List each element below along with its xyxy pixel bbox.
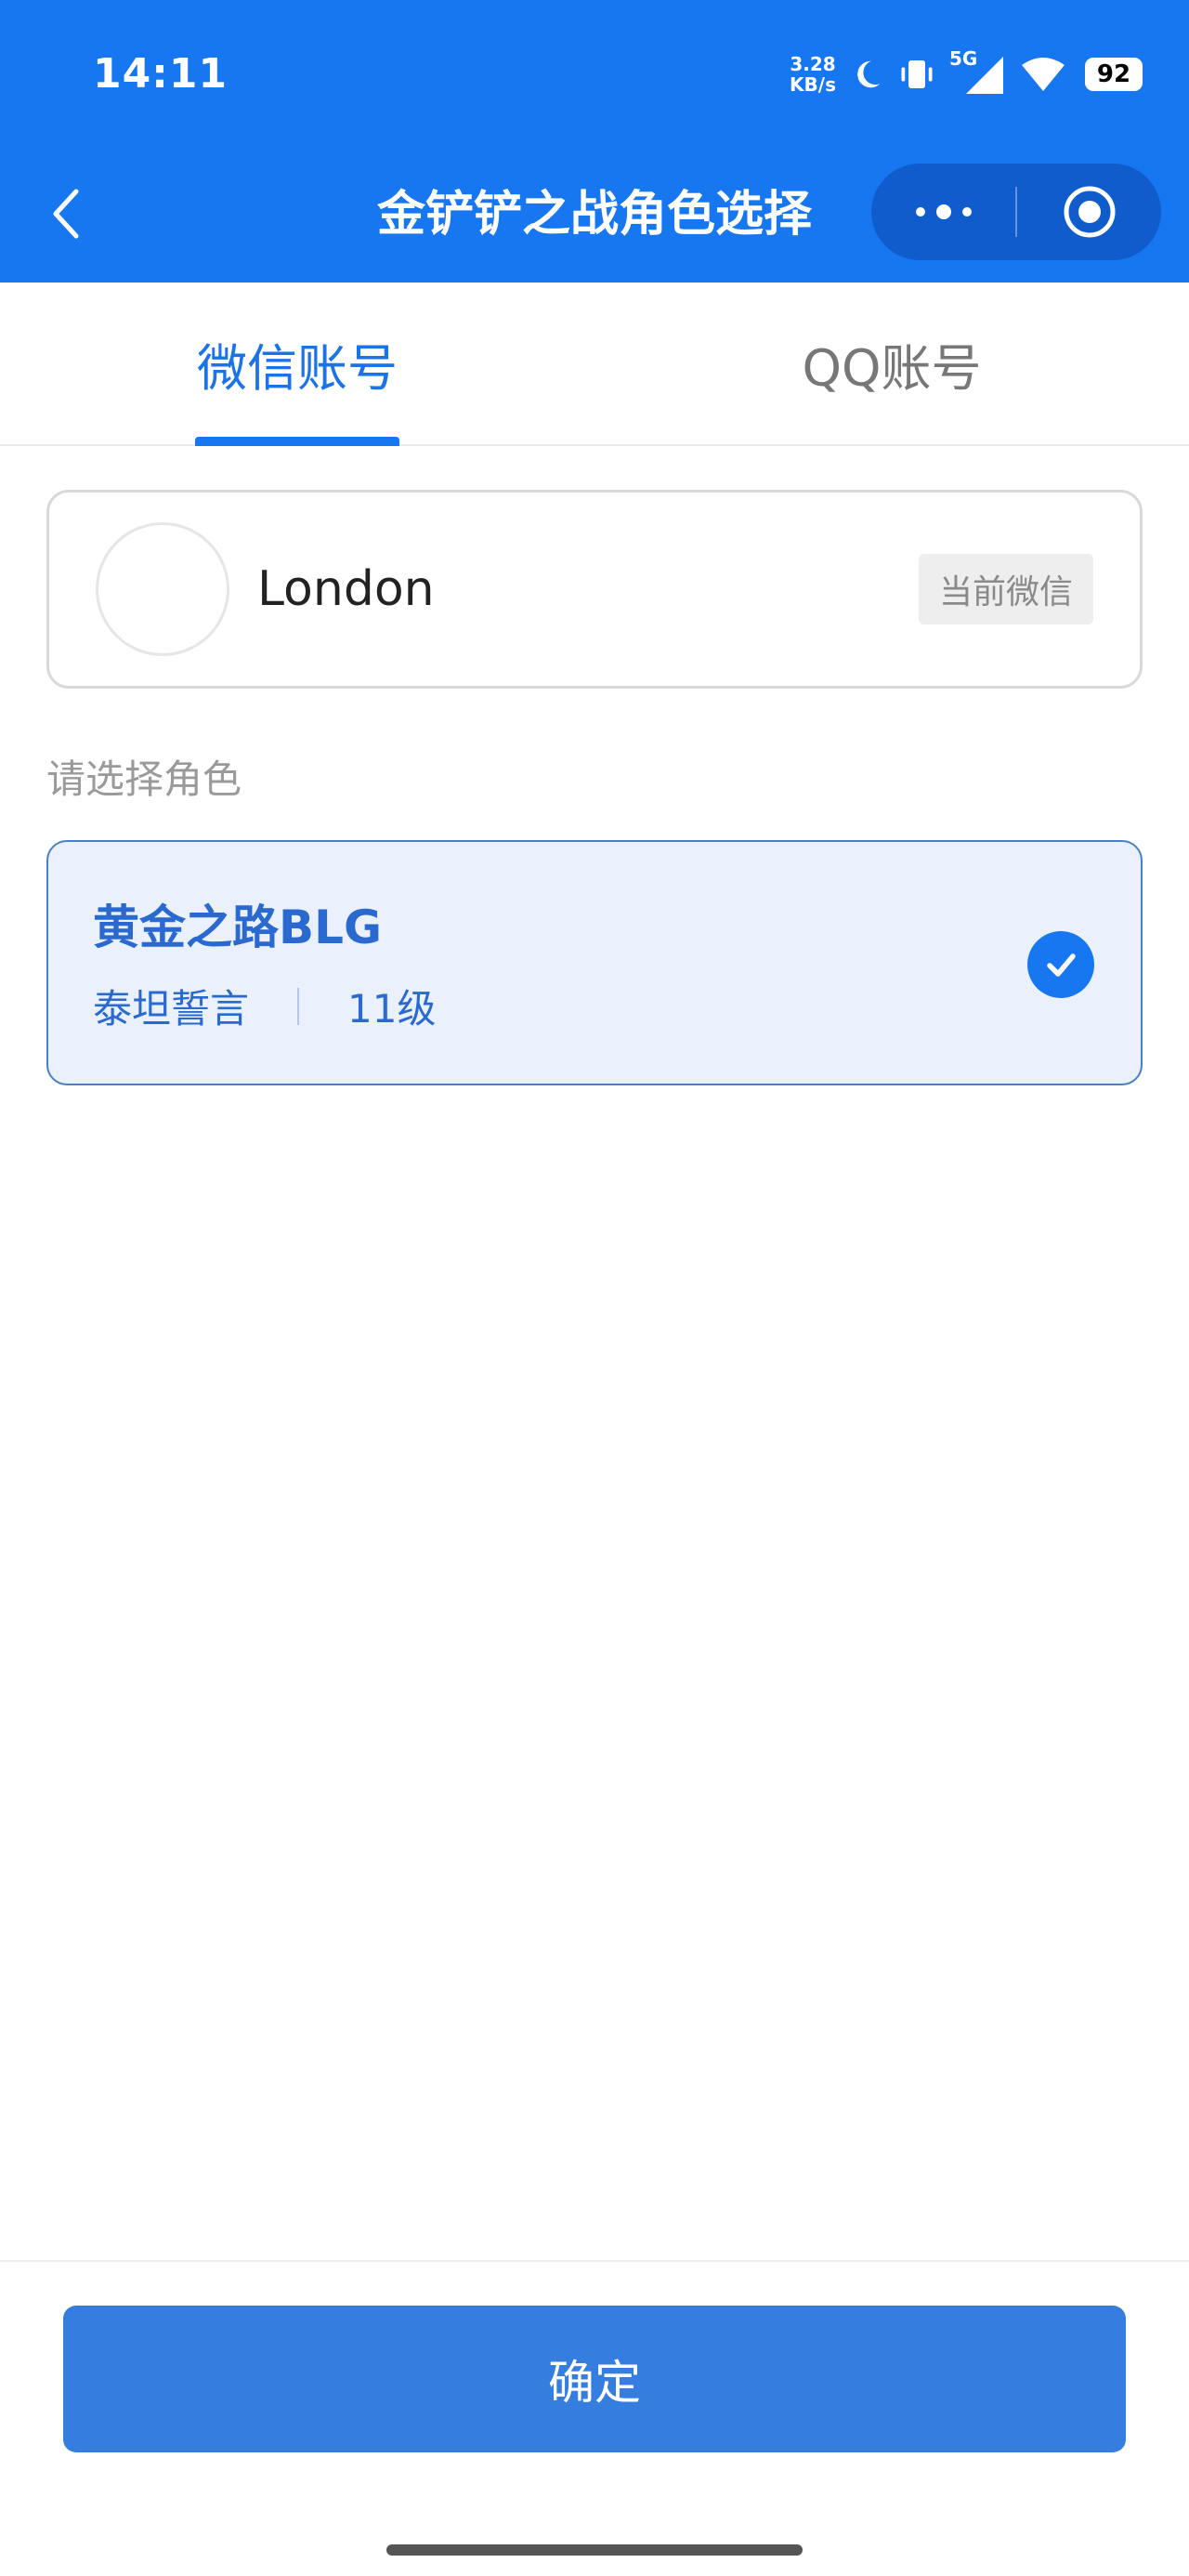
more-button[interactable] [871,164,1015,260]
tab-wechat-label: 微信账号 [197,338,398,398]
role-meta: 泰坦誓言 11级 [93,978,436,1034]
wifi-icon [1022,58,1065,91]
mini-program-capsule [871,164,1161,260]
account-card: London 当前微信 [46,490,1143,689]
tab-qq-label: QQ账号 [802,338,982,398]
net-speed-unit: KB/s [790,73,836,96]
account-tabs: 微信账号 QQ账号 [0,283,1189,446]
home-indicator [386,2544,803,2556]
battery-icon: 92 [1085,58,1143,91]
tab-wechat[interactable]: 微信账号 [0,283,594,446]
role-card[interactable]: 黄金之路BLG 泰坦誓言 11级 [46,840,1143,1085]
page-title-text: 金铲铲之战角色选择 [376,187,812,243]
battery-level: 92 [1096,60,1131,88]
role-name: 黄金之路BLG [93,900,383,954]
tab-active-indicator [195,437,399,446]
select-role-label: 请选择角色 [46,756,242,802]
back-button[interactable] [37,177,93,251]
role-server: 泰坦誓言 [93,986,250,1032]
account-name: London [257,561,435,617]
confirm-button[interactable]: 确定 [63,2306,1126,2452]
avatar [96,522,229,656]
chevron-left-icon [53,189,79,239]
moon-icon [857,60,881,88]
selected-check-icon [1027,931,1094,998]
tab-qq[interactable]: QQ账号 [594,283,1189,444]
role-level: 11级 [347,986,437,1032]
signal-icon: 5G [949,47,1007,96]
status-time: 14:11 [93,50,229,98]
net-speed: 3.28 KB/s [790,54,836,95]
net-speed-value: 3.28 [790,53,836,75]
header-bar: 14:11 3.28 KB/s 5G 92 金铲铲之战角色选择 [0,0,1189,283]
bottom-divider [0,2260,1189,2262]
status-icons: 3.28 KB/s 5G 92 [790,47,1143,100]
close-button[interactable] [1017,164,1161,260]
more-dots-icon [915,204,972,219]
current-account-badge: 当前微信 [918,554,1093,624]
vibrate-icon [901,60,933,88]
target-circle-icon [1064,186,1115,238]
role-meta-divider [297,987,300,1025]
